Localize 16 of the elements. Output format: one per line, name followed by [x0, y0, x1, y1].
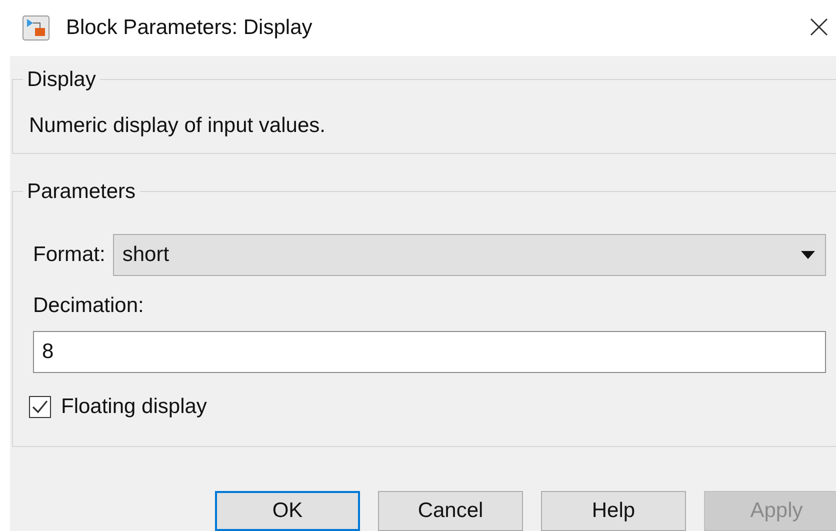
group-title: Parameters — [26, 179, 137, 205]
decimation-label: Decimation: — [33, 292, 145, 318]
description-text: Numeric display of input values. — [29, 112, 326, 138]
dialog-button[interactable]: Help — [541, 491, 686, 531]
caret-icon — [801, 250, 815, 258]
window-title: Block Parameters: Display — [66, 15, 312, 42]
checkbox[interactable] — [29, 396, 51, 418]
app-icon — [22, 15, 50, 41]
format-dropdown[interactable]: short — [113, 234, 826, 276]
decimation-field[interactable]: 8 — [33, 331, 826, 373]
group-title: Display — [26, 67, 97, 93]
checkbox-label: Floating display — [61, 394, 207, 420]
dialog-button[interactable]: OK — [215, 491, 360, 531]
dialog-button[interactable]: Cancel — [378, 491, 523, 531]
format-label: Format: — [33, 242, 106, 268]
close-icon[interactable] — [810, 18, 828, 36]
